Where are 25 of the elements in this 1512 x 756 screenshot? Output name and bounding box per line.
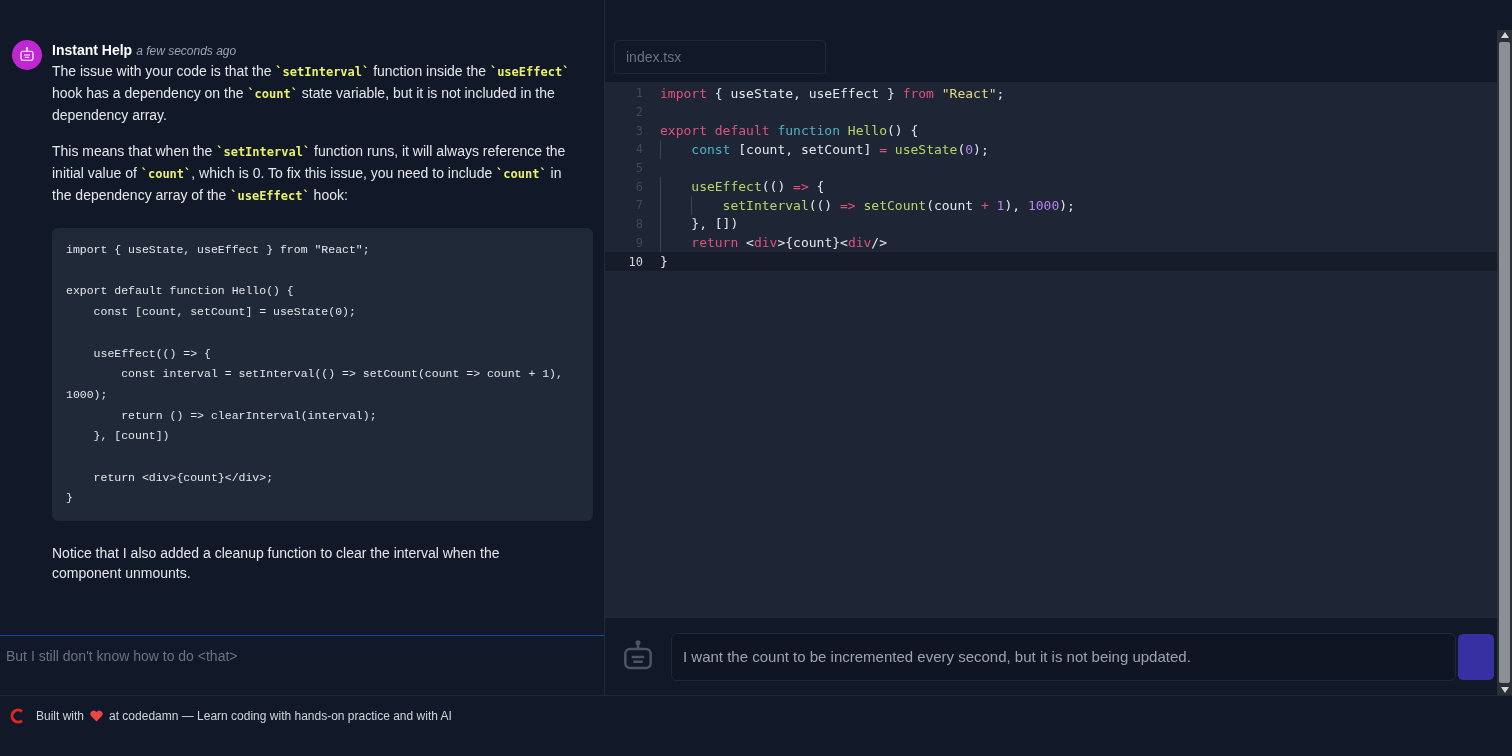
logo-icon [10, 708, 24, 724]
code-line: return <div>{count}<div/> [690, 234, 887, 253]
scroll-down-icon[interactable] [1500, 687, 1509, 693]
footer-text: at codedamn — Learn coding with hands-on practice and with AI [109, 708, 452, 725]
code-line: useEffect(() => { [690, 178, 825, 197]
message-paragraph: Notice that I also added a cleanup function to clear the interval when the component unmounts. [52, 544, 501, 584]
code-line: setInterval(() => setCount(count + 1), 1000); [721, 196, 1075, 215]
code-line: const [count, setCount] = useState(0); [690, 140, 989, 159]
scroll-up-icon[interactable] [1500, 32, 1509, 38]
line-number: 10 [627, 253, 643, 271]
code-line: import { useState, useEffect } from "React"; [660, 84, 1005, 103]
prompt-field[interactable]: I want the count to be incremented every second, but it is not being updated. [671, 632, 1456, 681]
file-tab[interactable]: index.tsx [614, 40, 826, 74]
message-time: a few seconds ago [136, 43, 237, 60]
message-paragraph: The issue with your code is that the `setInterval` function inside the `useEffect` hook has a dependency on the `count` state variable, but it is not included in the dependency array. [52, 62, 571, 125]
scrollbar-thumb[interactable] [1499, 42, 1510, 683]
code-line: export default function Hello() { [660, 121, 919, 140]
robot-icon [18, 46, 36, 64]
code-line: }, []) [690, 215, 739, 234]
footer-text: Built with [36, 708, 85, 725]
author-name: Instant Help [52, 41, 133, 60]
code-line: } [660, 252, 668, 271]
code-block: import { useState, useEffect } from "React"; export default function Hello() { const [count, setCount] = useState(0); useEffect(() => { const interval = setInterval(() => setCount(count => count + 1), 1000); return () => clearInterval(interval); }, [count]) return <div>{count}</div>; } [52, 228, 593, 522]
message-paragraph: This means that when the `setInterval` function runs, it will always reference the initial value of `count`, which is 0. To fix this issue, you need to include `count` in the dependency array of the `useEffect` hook: [52, 142, 567, 205]
heart-icon [90, 710, 104, 722]
